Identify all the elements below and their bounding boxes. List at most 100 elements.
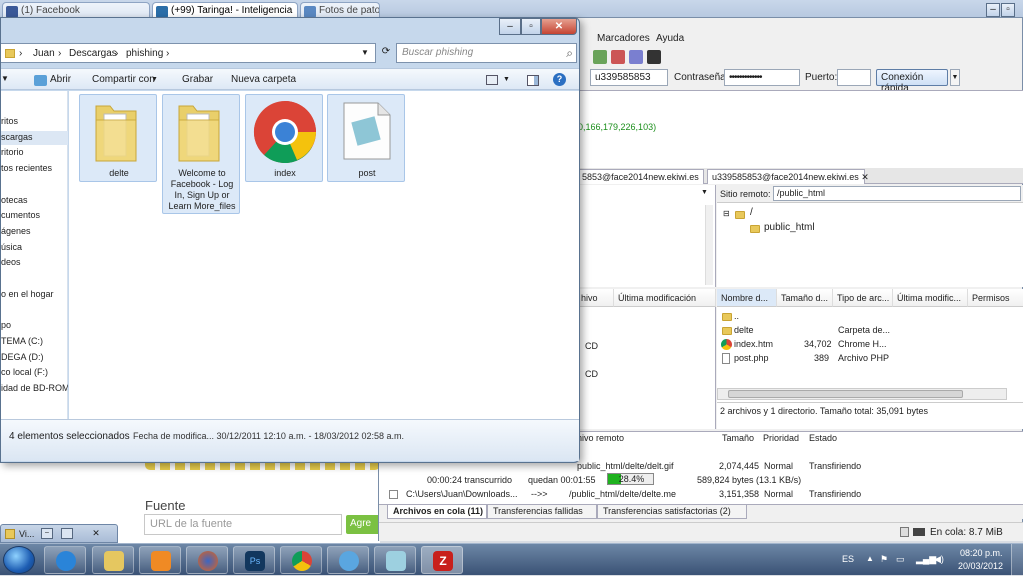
sidebar-item[interactable]: cumentos xyxy=(1,209,68,223)
taskbar-explorer[interactable] xyxy=(92,546,134,574)
chevron-down-icon[interactable]: ▼ xyxy=(503,76,510,83)
clock-date[interactable]: 20/03/2012 xyxy=(958,561,1003,571)
sidebar-item[interactable]: TEMA (C:) xyxy=(1,335,68,349)
chevron-down-icon[interactable]: ▼ xyxy=(1,74,9,83)
queue-col-status[interactable]: Estado xyxy=(809,433,837,443)
breadcrumb-phishing[interactable]: phishing xyxy=(126,48,163,59)
sidebar-item[interactable]: otecas xyxy=(1,194,68,208)
file-tile-index[interactable]: index xyxy=(245,94,323,182)
sidebar-item[interactable]: tos recientes xyxy=(1,162,68,176)
site-manager-icon[interactable] xyxy=(593,50,607,64)
breadcrumb-descargas[interactable]: Descargas xyxy=(69,48,117,59)
clock-time[interactable]: 08:20 p.m. xyxy=(960,548,1003,558)
taskbar-media[interactable] xyxy=(139,546,181,574)
quickconnect-button[interactable]: Conexión rápida xyxy=(876,69,948,94)
password-field[interactable]: ••••••••••••• xyxy=(724,69,800,86)
menu-bookmarks[interactable]: Marcadores xyxy=(597,33,650,44)
username-field[interactable]: u339585853 xyxy=(590,69,668,86)
show-desktop-button[interactable] xyxy=(1011,544,1023,576)
maximize-button[interactable]: ▫ xyxy=(521,18,541,35)
flag-icon[interactable]: ⚑ xyxy=(880,554,888,565)
maximize-button[interactable] xyxy=(61,528,73,539)
session-tab-2[interactable]: u339585853@face2014new.ekiwi.es ✕ xyxy=(707,169,869,184)
taskbar-ie[interactable] xyxy=(44,546,86,574)
tab-failed-transfers[interactable]: Transferencias fallidas xyxy=(487,505,597,519)
sidebar-item[interactable]: DEGA (D:) xyxy=(1,351,68,365)
taskbar-filezilla[interactable]: Z xyxy=(421,546,463,574)
queue-col-priority[interactable]: Prioridad xyxy=(763,433,799,443)
port-field[interactable] xyxy=(837,69,871,86)
binoculars-icon[interactable] xyxy=(647,50,661,64)
tray-expand-icon[interactable]: ▲ xyxy=(866,554,874,563)
file-tile-welcome-files[interactable]: Welcome to Facebook - Log In, Sign Up or… xyxy=(162,94,240,214)
tab-successful-transfers[interactable]: Transferencias satisfactorias (2) xyxy=(597,505,747,519)
volume-icon[interactable]: ◀) xyxy=(934,554,944,565)
queue-col-remote[interactable]: hivo remoto xyxy=(577,433,624,443)
table-row[interactable]: delte Carpeta de... xyxy=(717,324,1017,338)
source-url-input[interactable]: URL de la fuente xyxy=(144,514,342,535)
new-folder-button[interactable]: Nueva carpeta xyxy=(231,74,296,85)
scroll-thumb[interactable] xyxy=(728,390,963,398)
sidebar-item[interactable]: po xyxy=(1,319,68,333)
queue-col-size[interactable]: Tamaño xyxy=(722,433,754,443)
sidebar-item[interactable]: úsica xyxy=(1,241,68,255)
taskbar-messenger[interactable] xyxy=(327,546,369,574)
taskbar-notepad[interactable] xyxy=(374,546,416,574)
minimize-button[interactable]: – xyxy=(986,3,1000,17)
taskbar-photoshop[interactable]: Ps xyxy=(233,546,275,574)
queue-checkbox[interactable] xyxy=(389,490,398,499)
taskbar-firefox[interactable] xyxy=(186,546,228,574)
remote-site-input[interactable]: /public_html xyxy=(773,186,1021,201)
sidebar-item[interactable]: ágenes xyxy=(1,225,68,239)
reconnect-icon[interactable] xyxy=(629,50,643,64)
help-icon[interactable]: ? xyxy=(553,73,566,86)
collapse-icon[interactable]: ⊟ xyxy=(723,209,730,218)
remote-col-permissions[interactable]: Permisos xyxy=(968,289,1023,307)
remote-col-name[interactable]: Nombre d... xyxy=(717,289,777,307)
local-col-name[interactable]: hivo xyxy=(577,289,614,307)
local-col-modified[interactable]: Última modificación xyxy=(614,289,716,307)
sidebar-item[interactable]: o en el hogar xyxy=(1,288,68,302)
search-icon[interactable]: ⌕ xyxy=(566,46,573,61)
breadcrumb-juan[interactable]: Juan xyxy=(33,48,55,59)
quickconnect-dropdown[interactable]: ▼ xyxy=(950,69,960,86)
minimized-window[interactable]: Vi... – ✕ xyxy=(0,524,118,543)
search-input[interactable]: Buscar phishing ⌕ xyxy=(396,43,577,63)
sidebar-item[interactable]: scargas xyxy=(1,130,68,145)
start-button[interactable] xyxy=(3,546,35,574)
minimize-button[interactable]: – xyxy=(41,528,53,539)
close-icon[interactable]: ✕ xyxy=(89,528,103,539)
monitor-icon[interactable]: ▭ xyxy=(896,554,905,565)
taskbar-chrome[interactable] xyxy=(280,546,322,574)
sidebar-item[interactable]: deos xyxy=(1,256,68,270)
sidebar-item[interactable]: ritos xyxy=(1,115,68,129)
burn-button[interactable]: Grabar xyxy=(182,74,213,85)
session-tab-1[interactable]: 5853@face2014new.ekiwi.es xyxy=(577,169,704,184)
close-icon[interactable]: ✕ xyxy=(861,172,869,182)
sidebar-item[interactable]: co local (F:) xyxy=(1,366,68,380)
file-tile-post[interactable]: post xyxy=(327,94,405,182)
share-button[interactable]: Compartir con xyxy=(92,74,155,85)
table-row[interactable]: index.htm 34,702 Chrome H... xyxy=(717,338,1017,352)
sidebar-item[interactable]: ritorio xyxy=(1,146,68,160)
tree-public-html[interactable]: public_html xyxy=(764,222,815,233)
remote-col-size[interactable]: Tamaño d... xyxy=(777,289,833,307)
table-row[interactable]: post.php 389 Archivo PHP xyxy=(717,352,1017,366)
view-icon[interactable] xyxy=(486,75,498,85)
local-tree-scrollbar[interactable] xyxy=(705,205,713,285)
chevron-down-icon[interactable]: ▼ xyxy=(361,48,369,57)
language-indicator[interactable]: ES xyxy=(842,554,854,564)
remote-col-type[interactable]: Tipo de arc... xyxy=(833,289,893,307)
dropdown-arrow-icon[interactable]: ▼ xyxy=(701,189,708,196)
close-button[interactable]: ✕ xyxy=(541,18,577,35)
remote-horizontal-scrollbar[interactable] xyxy=(717,388,1007,400)
table-row[interactable]: .. xyxy=(717,310,1017,324)
sidebar-item[interactable]: idad de BD-ROM xyxy=(1,382,68,396)
restore-button[interactable]: ▫ xyxy=(1001,3,1015,17)
disconnect-icon[interactable] xyxy=(611,50,625,64)
menu-help[interactable]: Ayuda xyxy=(656,33,684,44)
minimize-button[interactable]: – xyxy=(499,18,521,35)
tab-queued-files[interactable]: Archivos en cola (11) xyxy=(387,505,487,519)
tree-root[interactable]: / xyxy=(750,207,753,218)
preview-pane-icon[interactable] xyxy=(527,75,539,86)
